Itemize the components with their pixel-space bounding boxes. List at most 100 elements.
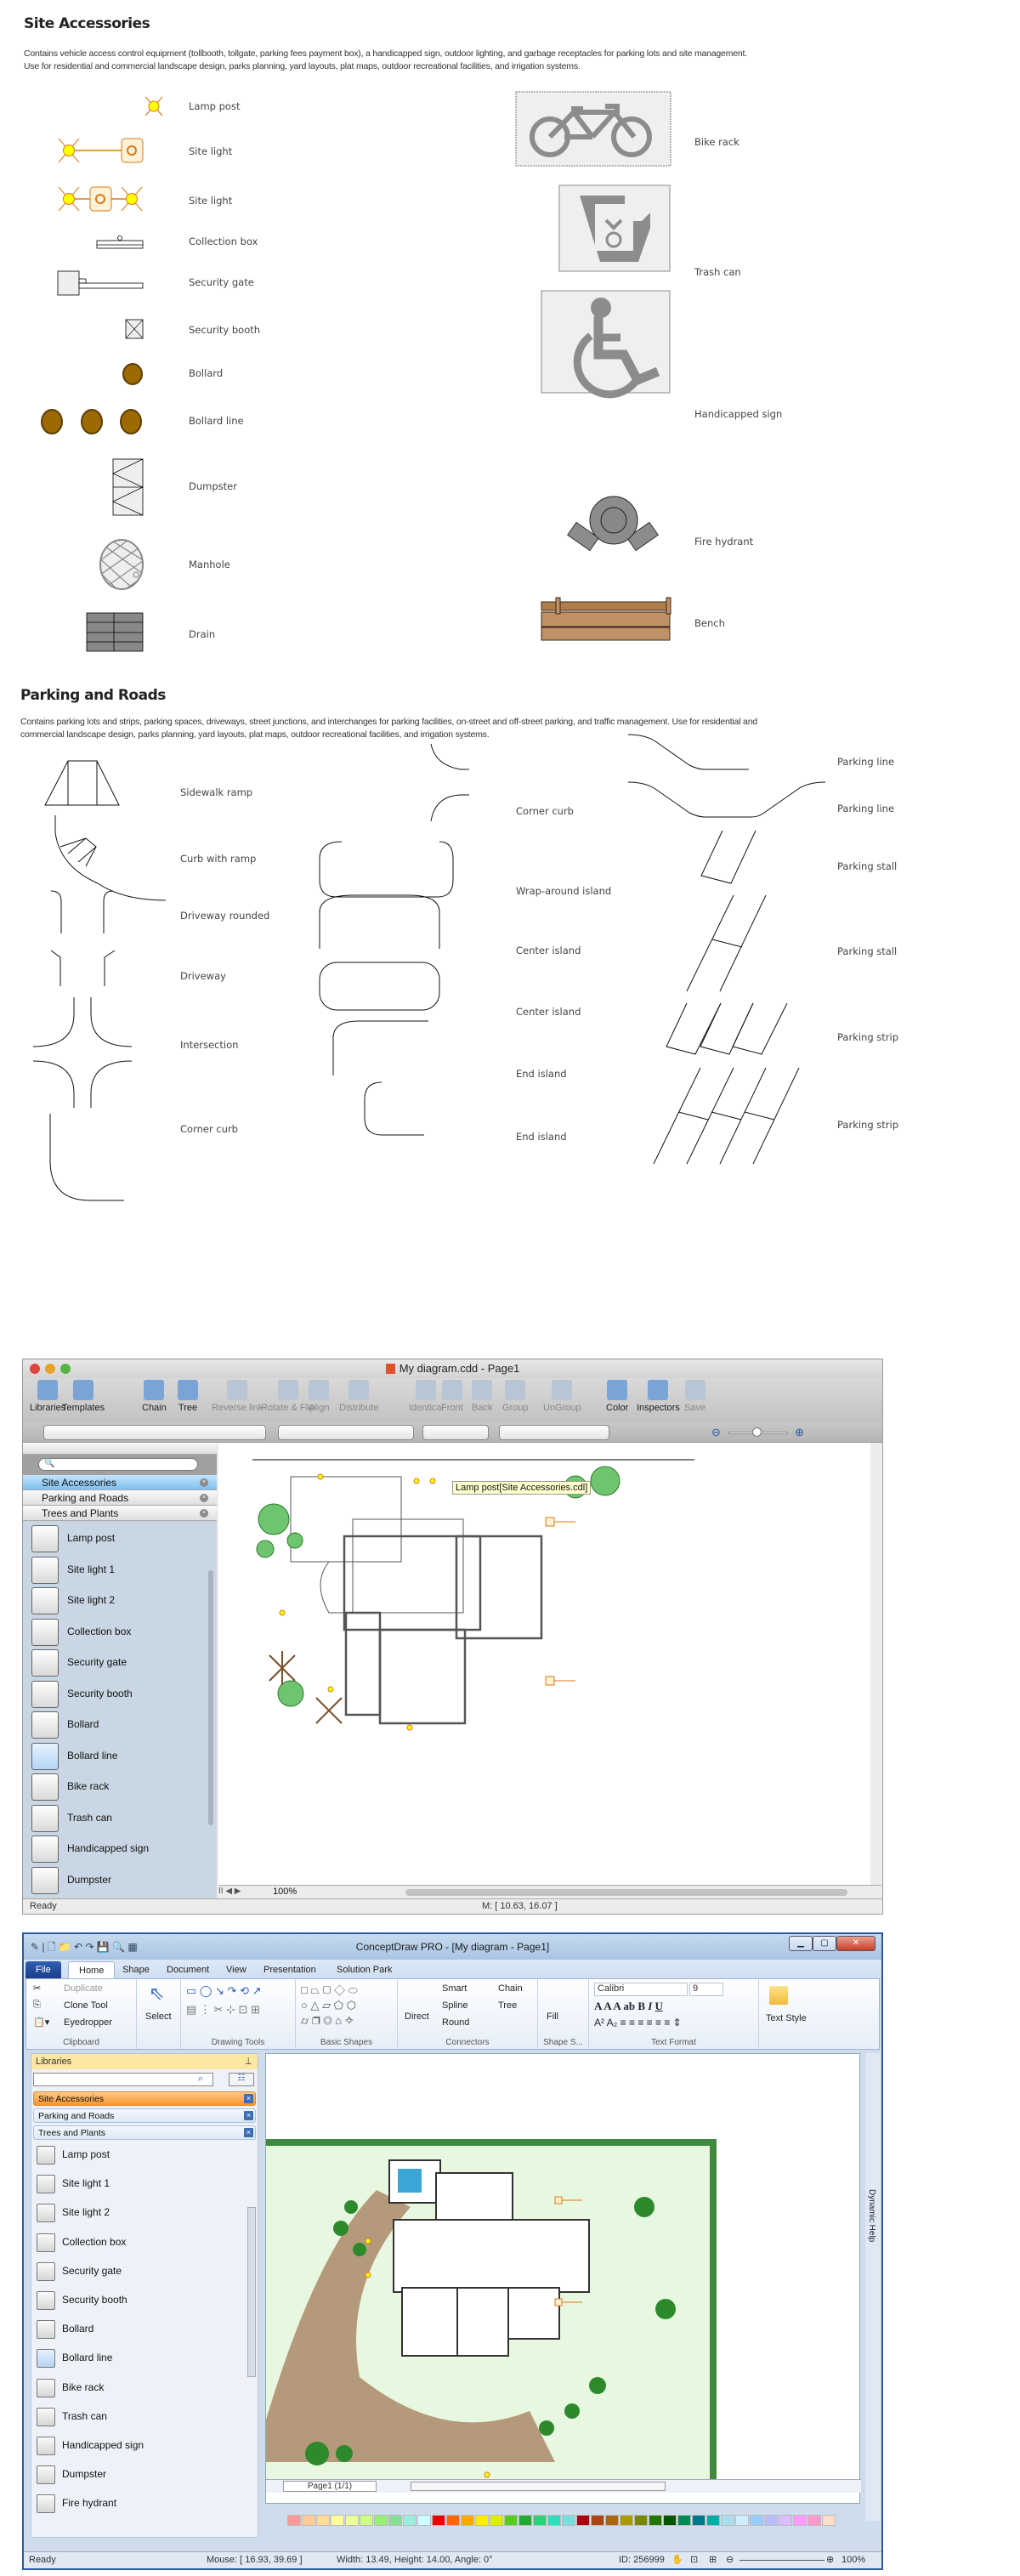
toolbar-button-identical[interactable]: Identical: [409, 1380, 444, 1413]
dynamic-help-tab[interactable]: Dynamic Help: [867, 2189, 876, 2242]
toolbar-button-align[interactable]: Align: [309, 1380, 329, 1413]
tab-presentation[interactable]: Presentation: [253, 1961, 326, 1978]
text-style-icon[interactable]: [769, 1986, 788, 2005]
library-parking-and-roads[interactable]: Parking and Roads ×: [33, 2108, 256, 2123]
select-arrow-icon[interactable]: ⇖: [149, 1983, 164, 2005]
color-swatch[interactable]: [518, 2515, 532, 2526]
zoom-out-icon[interactable]: ⊖: [726, 2552, 734, 2568]
zoom-in-icon[interactable]: ⊕: [795, 1426, 804, 1439]
color-swatch[interactable]: [663, 2515, 677, 2526]
font-size-select[interactable]: 9: [689, 1983, 723, 1996]
page-nav[interactable]: II ◀ ▶: [218, 1887, 241, 1896]
toolbar-button-save[interactable]: Save: [684, 1380, 706, 1413]
smart-connector-button[interactable]: Smart: [442, 1983, 467, 1994]
library-item[interactable]: Bollard line: [31, 1741, 201, 1772]
color-swatch[interactable]: [808, 2515, 821, 2526]
close-library-icon[interactable]: ×: [244, 2111, 253, 2120]
text-style-button[interactable]: Text Style: [766, 2013, 807, 2023]
eyedropper-button[interactable]: Eyedropper: [64, 2017, 112, 2028]
round-connector-button[interactable]: Round: [442, 2017, 469, 2028]
toolbar-button-group[interactable]: Group: [502, 1380, 529, 1413]
cut-icon[interactable]: ✂: [33, 1983, 41, 1994]
zoom-rect-icon[interactable]: ⊡: [690, 2552, 698, 2568]
library-item[interactable]: Bollard line: [37, 2347, 241, 2373]
library-item[interactable]: Site light 1: [31, 1555, 201, 1586]
toolbar-button-tree[interactable]: Tree: [178, 1380, 198, 1413]
color-swatch[interactable]: [388, 2515, 402, 2526]
color-swatch[interactable]: [504, 2515, 518, 2526]
zoom-in-icon[interactable]: ⊕: [826, 2552, 834, 2568]
color-swatch[interactable]: [374, 2515, 388, 2526]
library-item[interactable]: Lamp post: [37, 2144, 241, 2170]
text-format-buttons[interactable]: A A A ab B I U: [594, 2000, 663, 2013]
copy-icon[interactable]: ⎘: [33, 2000, 41, 2011]
library-trees-and-plants[interactable]: Trees and Plants ×: [23, 1506, 217, 1521]
library-site-accessories[interactable]: Site Accessories ×: [23, 1475, 217, 1490]
horizontal-scrollbar[interactable]: [405, 1889, 847, 1896]
library-scrollbar[interactable]: [208, 1570, 213, 1825]
shapes-gallery[interactable]: □ ⏢ ▢ ◇ ⬭ ○ △ ▱ ⬠ ⬡ ⌭ ❒ ◎ ⌂ ✧: [301, 1983, 358, 2028]
color-swatch[interactable]: [533, 2515, 547, 2526]
horizontal-scrollbar[interactable]: [411, 2482, 666, 2491]
clone-tool-button[interactable]: Clone Tool: [64, 2000, 108, 2011]
fit-page-icon[interactable]: ⊞: [709, 2552, 717, 2568]
library-item[interactable]: Security gate: [37, 2261, 241, 2286]
toolbar-button-front[interactable]: Front: [441, 1380, 463, 1413]
maximize-button[interactable]: ▢: [813, 1936, 836, 1951]
close-library-icon[interactable]: ×: [200, 1478, 208, 1487]
color-swatch[interactable]: [793, 2515, 807, 2526]
close-library-icon[interactable]: ×: [244, 2094, 253, 2103]
color-swatch[interactable]: [735, 2515, 749, 2526]
color-swatch[interactable]: [490, 2515, 503, 2526]
color-swatch[interactable]: [302, 2515, 315, 2526]
tab-file[interactable]: File: [26, 1961, 61, 1978]
library-item[interactable]: Trash can: [31, 1803, 201, 1834]
library-item[interactable]: Site light 1: [37, 2173, 241, 2199]
toolbar-button-inspectors[interactable]: Inspectors: [637, 1380, 680, 1413]
toolbar-button-reverse-link[interactable]: Reverse link: [212, 1380, 264, 1413]
toolbar-button-rotate-flip[interactable]: Rotate & Flip: [261, 1380, 315, 1413]
page-selector[interactable]: Page1 (1/1): [283, 2481, 377, 2492]
search-input[interactable]: 🔍: [38, 1458, 198, 1471]
library-trees-and-plants[interactable]: Trees and Plants ×: [33, 2125, 256, 2140]
library-item[interactable]: Site light 2: [37, 2202, 241, 2227]
toolbar-button-ungroup[interactable]: UnGroup: [543, 1380, 581, 1413]
color-swatch[interactable]: [764, 2515, 778, 2526]
library-item[interactable]: Dumpster: [37, 2464, 241, 2489]
color-swatch[interactable]: [562, 2515, 575, 2526]
pin-icon[interactable]: ⊥: [244, 2054, 252, 2069]
toolbar-button-back[interactable]: Back: [472, 1380, 492, 1413]
color-swatch[interactable]: [649, 2515, 662, 2526]
search-icon[interactable]: ⌕: [198, 2074, 203, 2085]
tab-document[interactable]: Document: [156, 1961, 219, 1978]
tab-home[interactable]: Home: [68, 1961, 116, 1978]
color-swatch[interactable]: [475, 2515, 489, 2526]
color-swatch[interactable]: [403, 2515, 416, 2526]
library-site-accessories[interactable]: Site Accessories ×: [33, 2091, 256, 2106]
library-item[interactable]: Bike rack: [37, 2377, 241, 2403]
chain-button[interactable]: Chain: [498, 1983, 523, 1994]
minimize-button[interactable]: ▁: [789, 1936, 813, 1951]
library-item[interactable]: Bollard: [31, 1710, 201, 1740]
library-item[interactable]: Collection box: [37, 2232, 241, 2257]
zoom-selector[interactable]: 100%: [273, 1887, 297, 1897]
direct-connector-button[interactable]: Direct: [405, 2011, 429, 2022]
color-swatch[interactable]: [331, 2515, 344, 2526]
color-swatch[interactable]: [605, 2515, 619, 2526]
connector-tools-segment[interactable]: [278, 1425, 414, 1440]
color-swatch[interactable]: [634, 2515, 648, 2526]
select-button[interactable]: Select: [145, 2011, 172, 2022]
color-swatch[interactable]: [446, 2515, 460, 2526]
color-swatch[interactable]: [692, 2515, 706, 2526]
color-swatch[interactable]: [360, 2515, 373, 2526]
drawing-canvas[interactable]: Lamp post[Site Accessories.cdl]: [218, 1443, 870, 1885]
drawing-tools-icons-row2[interactable]: ▤ ⋮ ✂ ⊹ ⊡ ⊞: [186, 2003, 260, 2017]
tab-shape[interactable]: Shape: [112, 1961, 160, 1978]
color-swatch[interactable]: [677, 2515, 691, 2526]
library-item[interactable]: Fire hydrant: [37, 2493, 241, 2518]
color-swatch[interactable]: [706, 2515, 720, 2526]
color-swatch[interactable]: [721, 2515, 734, 2526]
tab-solution-park[interactable]: Solution Park: [326, 1961, 402, 1978]
alignment-buttons[interactable]: A² A₂ ≡ ≡ ≡ ≡ ≡ ≡ ⇕: [594, 2017, 682, 2028]
toolbar-button-templates[interactable]: Templates: [62, 1380, 105, 1413]
